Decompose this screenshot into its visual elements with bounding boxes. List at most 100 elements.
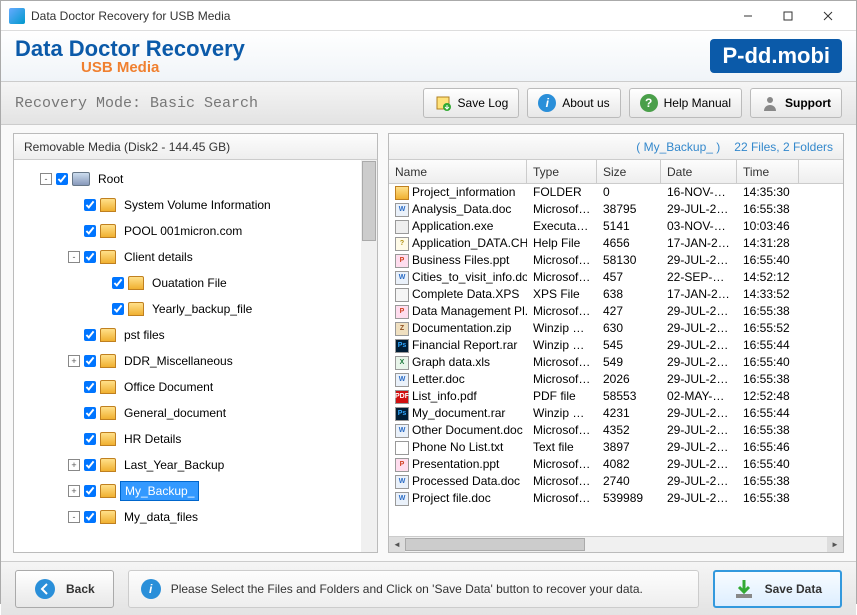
tree-checkbox[interactable] <box>84 355 96 367</box>
file-row[interactable]: PBusiness Files.pptMicrosoft...5813029-J… <box>389 252 843 269</box>
file-row[interactable]: PDFList_info.pdfPDF file5855302-MAY-2024… <box>389 388 843 405</box>
tree-item[interactable]: HR Details <box>18 426 373 452</box>
tree-checkbox[interactable] <box>84 225 96 237</box>
file-row[interactable]: ?Application_DATA.CHMHelp File465617-JAN… <box>389 235 843 252</box>
file-name: Letter.doc <box>412 371 465 388</box>
back-button[interactable]: Back <box>15 570 114 608</box>
tree-expander[interactable]: + <box>68 459 80 471</box>
tree-checkbox[interactable] <box>84 485 96 497</box>
file-size: 4352 <box>597 422 661 439</box>
file-date: 29-JUL-2023 <box>661 337 737 354</box>
tree-expander[interactable]: - <box>40 173 52 185</box>
file-row[interactable]: Project_informationFOLDER016-NOV-202414:… <box>389 184 843 201</box>
file-icon: ? <box>395 237 409 251</box>
hscroll-thumb[interactable] <box>405 538 585 551</box>
tree-checkbox[interactable] <box>84 433 96 445</box>
file-icon: W <box>395 492 409 506</box>
file-row[interactable]: WProject file.docMicrosoft...53998929-JU… <box>389 490 843 507</box>
minimize-button[interactable] <box>728 4 768 28</box>
file-date: 17-JAN-2023 <box>661 235 737 252</box>
file-row[interactable]: ZDocumentation.zipWinzip File63029-JUL-2… <box>389 320 843 337</box>
file-row[interactable]: WLetter.docMicrosoft...202629-JUL-202316… <box>389 371 843 388</box>
close-button[interactable] <box>808 4 848 28</box>
file-row[interactable]: PsFinancial Report.rarWinzip File54529-J… <box>389 337 843 354</box>
file-type: Microsoft... <box>527 201 597 218</box>
file-row[interactable]: WOther Document.docMicrosoft...435229-JU… <box>389 422 843 439</box>
scroll-left-arrow[interactable]: ◄ <box>389 537 405 552</box>
file-name: Complete Data.XPS <box>412 286 519 303</box>
file-type: Winzip File <box>527 405 597 422</box>
tree-expander[interactable]: - <box>68 511 80 523</box>
tree-label: Ouatation File <box>148 274 231 292</box>
file-row[interactable]: WProcessed Data.docMicrosoft...274029-JU… <box>389 473 843 490</box>
tree-item[interactable]: System Volume Information <box>18 192 373 218</box>
tree-item[interactable]: Ouatation File <box>18 270 373 296</box>
tree-expander[interactable]: + <box>68 485 80 497</box>
tree-item[interactable]: Yearly_backup_file <box>18 296 373 322</box>
tree-expander[interactable]: + <box>68 355 80 367</box>
tree-item[interactable]: +DDR_Miscellaneous <box>18 348 373 374</box>
tree-item[interactable]: -Client details <box>18 244 373 270</box>
col-name[interactable]: Name <box>389 160 527 183</box>
file-time: 16:55:46 <box>737 439 799 456</box>
col-type[interactable]: Type <box>527 160 597 183</box>
file-time: 16:55:52 <box>737 320 799 337</box>
tree-checkbox[interactable] <box>56 173 68 185</box>
tree-item[interactable]: Office Document <box>18 374 373 400</box>
col-date[interactable]: Date <box>661 160 737 183</box>
file-row[interactable]: Phone No List.txtText file389729-JUL-202… <box>389 439 843 456</box>
file-time: 16:55:38 <box>737 422 799 439</box>
file-name: Other Document.doc <box>412 422 523 439</box>
support-button[interactable]: Support <box>750 88 842 118</box>
tree-item[interactable]: +My_Backup_ <box>18 478 373 504</box>
col-time[interactable]: Time <box>737 160 799 183</box>
tree-scroll-thumb[interactable] <box>362 161 376 241</box>
tree-checkbox[interactable] <box>84 381 96 393</box>
save-data-button[interactable]: Save Data <box>713 570 842 608</box>
tree-checkbox[interactable] <box>84 459 96 471</box>
tree-item[interactable]: General_document <box>18 400 373 426</box>
maximize-button[interactable] <box>768 4 808 28</box>
file-row[interactable]: XGraph data.xlsMicrosoft...54929-JUL-202… <box>389 354 843 371</box>
tree-checkbox[interactable] <box>84 251 96 263</box>
tree-item[interactable]: -Root <box>18 166 373 192</box>
folder-icon <box>100 510 116 524</box>
file-icon: P <box>395 254 409 268</box>
file-name: List_info.pdf <box>412 388 477 405</box>
about-button[interactable]: i About us <box>527 88 620 118</box>
tree-checkbox[interactable] <box>112 303 124 315</box>
brand-bar: Data Doctor Recovery USB Media P-dd.mobi <box>1 31 856 81</box>
file-icon: W <box>395 475 409 489</box>
selected-folder-label: ( My_Backup_ ) <box>636 134 720 159</box>
file-row[interactable]: PPresentation.pptMicrosoft...408229-JUL-… <box>389 456 843 473</box>
file-hscroll[interactable]: ◄ ► <box>389 536 843 552</box>
tree-checkbox[interactable] <box>84 329 96 341</box>
tree-item[interactable]: -My_data_files <box>18 504 373 530</box>
tree-expander[interactable]: - <box>68 251 80 263</box>
tree-item[interactable]: +Last_Year_Backup <box>18 452 373 478</box>
file-row[interactable]: WCities_to_visit_info.docMicrosoft...457… <box>389 269 843 286</box>
file-row[interactable]: PData Management Pl...Microsoft...42729-… <box>389 303 843 320</box>
scroll-right-arrow[interactable]: ► <box>827 537 843 552</box>
col-size[interactable]: Size <box>597 160 661 183</box>
help-button[interactable]: ? Help Manual <box>629 88 742 118</box>
file-row[interactable]: Complete Data.XPSXPS File63817-JAN-20231… <box>389 286 843 303</box>
folder-tree[interactable]: -RootSystem Volume InformationPOOL 001mi… <box>14 160 377 552</box>
tree-scrollbar[interactable] <box>361 160 377 552</box>
file-list[interactable]: Project_informationFOLDER016-NOV-202414:… <box>389 184 843 536</box>
tree-checkbox[interactable] <box>84 407 96 419</box>
file-row[interactable]: Application.exeExecutab...514103-NOV-202… <box>389 218 843 235</box>
file-row[interactable]: PsMy_document.rarWinzip File423129-JUL-2… <box>389 405 843 422</box>
tree-checkbox[interactable] <box>84 199 96 211</box>
tree-checkbox[interactable] <box>112 277 124 289</box>
file-type: Winzip File <box>527 320 597 337</box>
tree-item[interactable]: POOL 001micron.com <box>18 218 373 244</box>
tree-checkbox[interactable] <box>84 511 96 523</box>
app-icon <box>9 8 25 24</box>
file-icon <box>395 288 409 302</box>
file-date: 29-JUL-2023 <box>661 252 737 269</box>
tree-item[interactable]: pst files <box>18 322 373 348</box>
file-size: 2740 <box>597 473 661 490</box>
file-row[interactable]: WAnalysis_Data.docMicrosoft...3879529-JU… <box>389 201 843 218</box>
save-log-button[interactable]: Save Log <box>423 88 520 118</box>
